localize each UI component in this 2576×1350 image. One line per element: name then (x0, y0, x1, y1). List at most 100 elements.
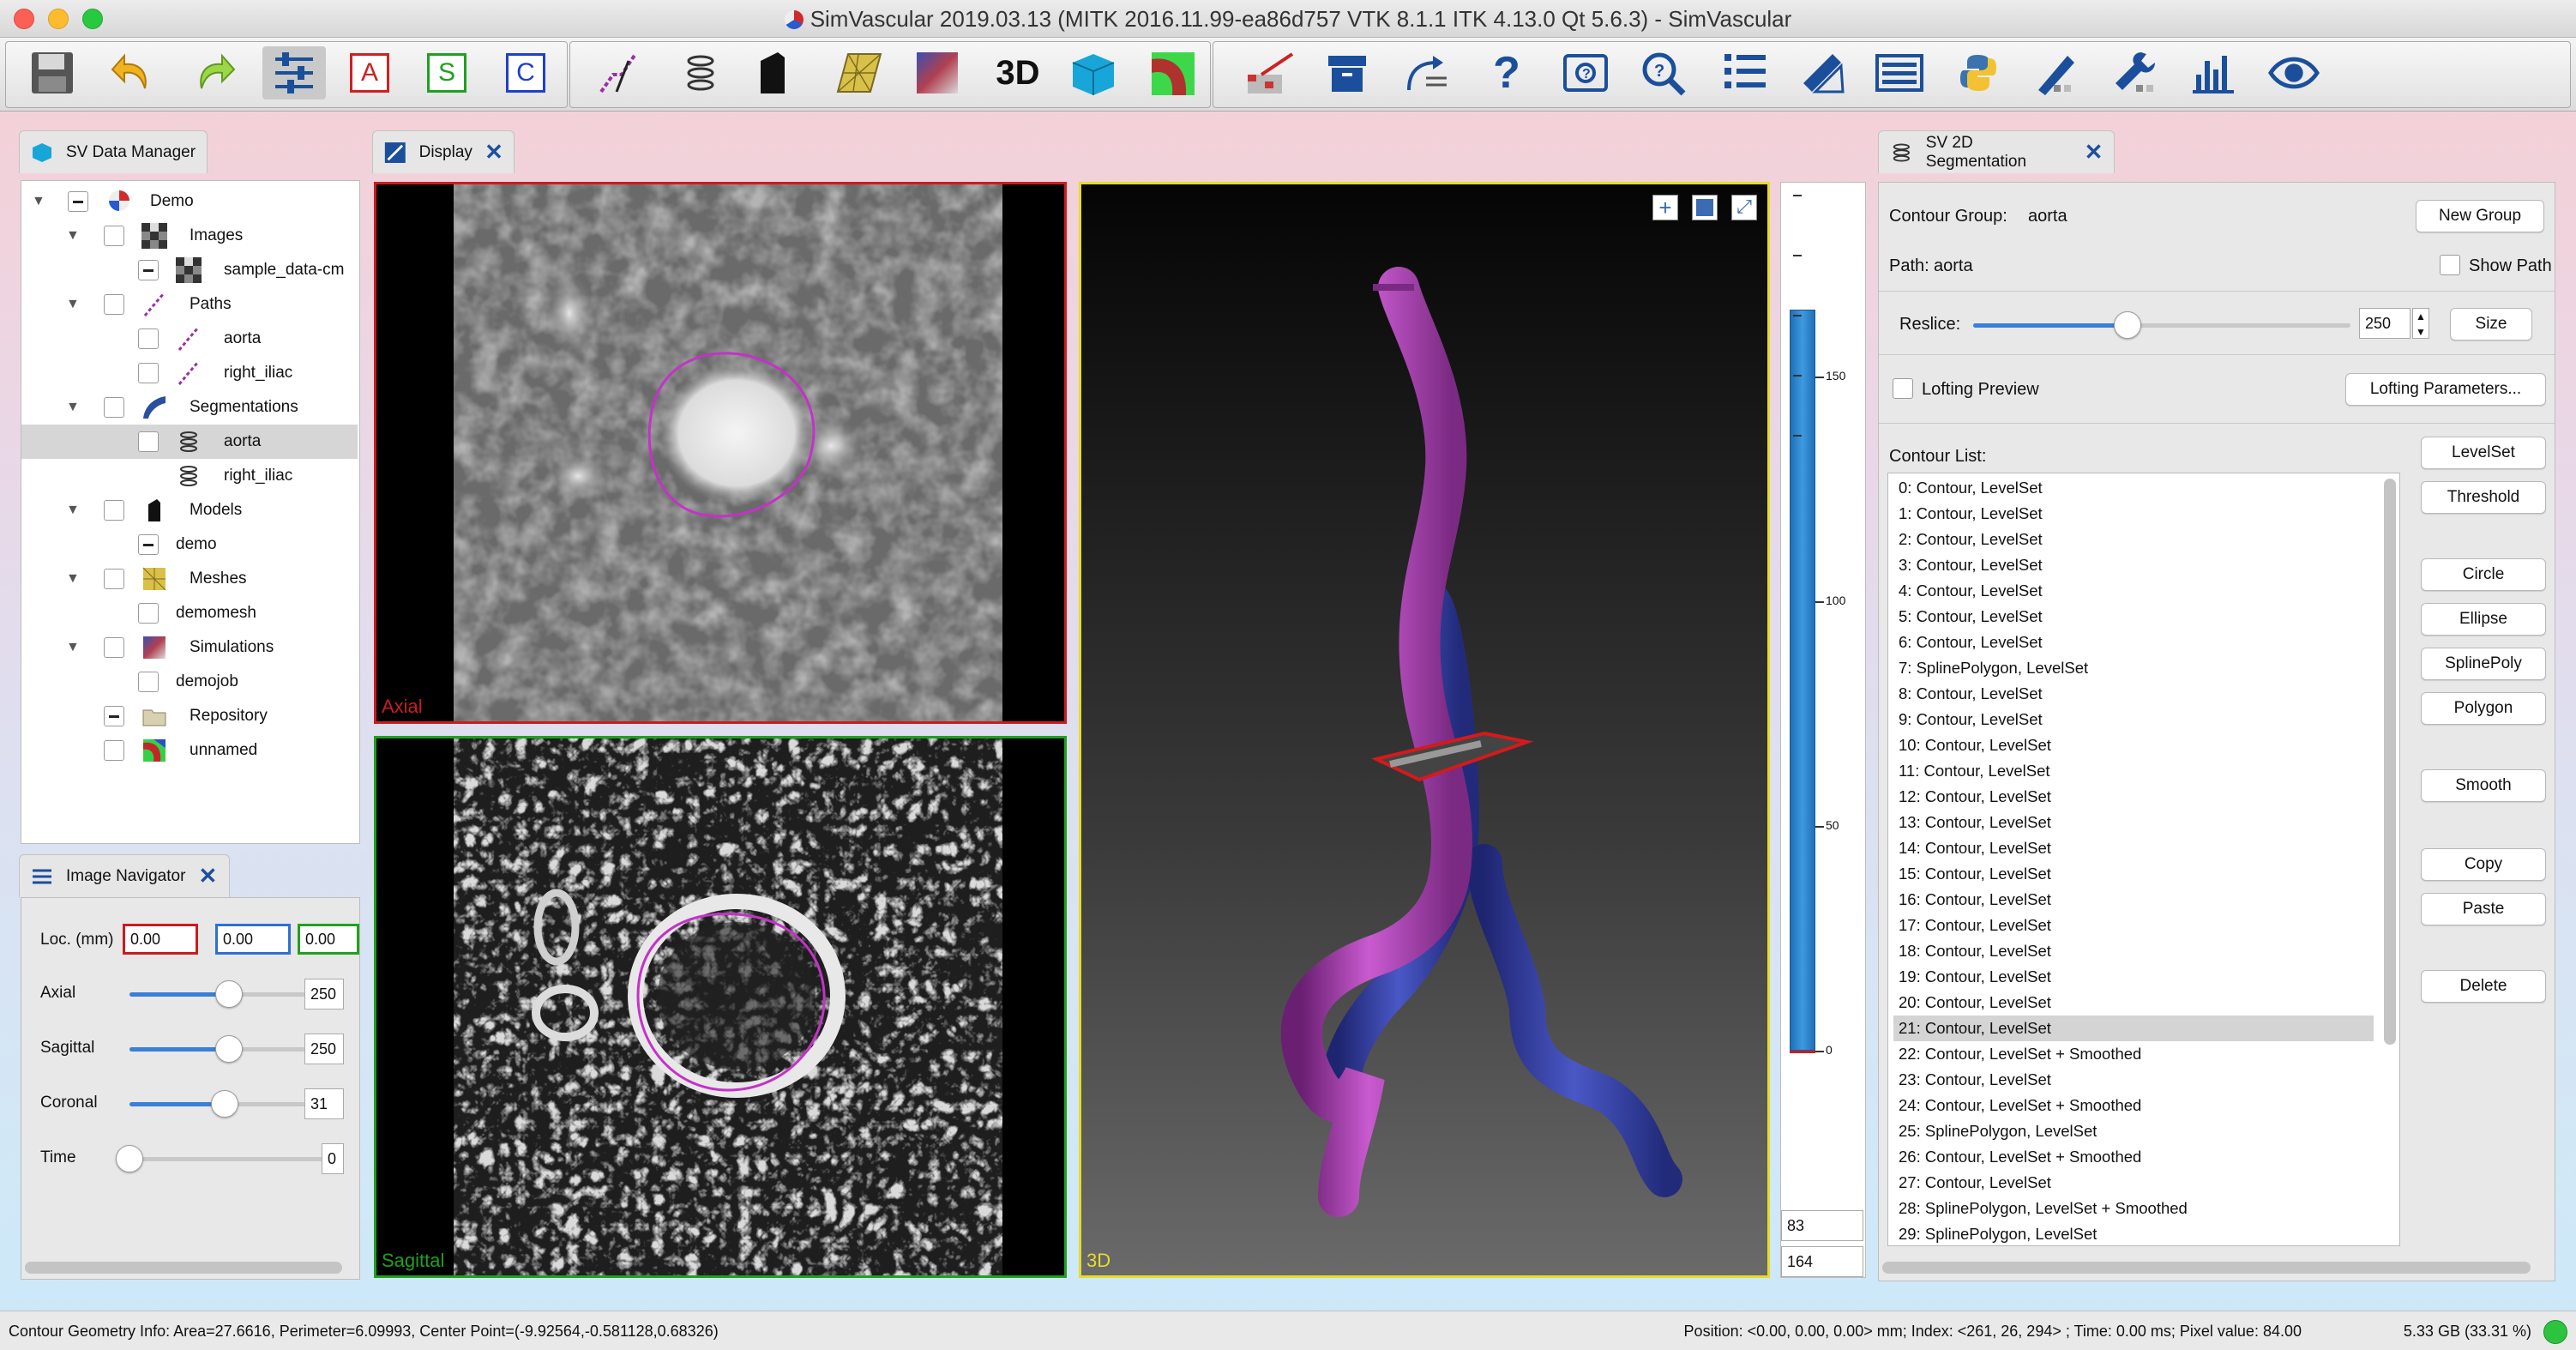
tab-image-navigator[interactable]: Image Navigator ✕ (19, 854, 230, 897)
eye-icon[interactable] (2267, 46, 2320, 99)
convert-arrows-icon[interactable] (1401, 46, 1454, 99)
axial-slider-handle[interactable] (215, 980, 243, 1008)
visibility-checkbox[interactable] (138, 534, 159, 555)
copy-button[interactable]: Copy (2421, 848, 2546, 881)
tree-item-meshes[interactable]: ▼ Meshes (21, 562, 358, 596)
contour-list-item[interactable]: 23: Contour, LevelSet (1893, 1067, 2374, 1093)
contour-list-item[interactable]: 7: SplinePolygon, LevelSet (1893, 655, 2374, 681)
sagittal-view[interactable]: Sagittal (374, 736, 1067, 1278)
axial-spinbox[interactable]: 250 (304, 979, 344, 1009)
close-icon[interactable]: ✕ (197, 863, 218, 889)
contour-list-item[interactable]: 24: Contour, LevelSet + Smoothed (1893, 1093, 2374, 1118)
search-icon[interactable]: ? (1636, 46, 1689, 99)
undo-icon[interactable] (106, 46, 159, 99)
visibility-checkbox[interactable] (104, 569, 124, 589)
lofting-parameters-button[interactable]: Lofting Parameters... (2345, 373, 2546, 406)
mesh-icon[interactable] (832, 46, 885, 99)
contour-list-item[interactable]: 16: Contour, LevelSet (1893, 887, 2374, 913)
visibility-checkbox[interactable] (104, 637, 124, 658)
expand-arrow-icon[interactable]: ▼ (66, 503, 80, 518)
contour-list-item[interactable]: 22: Contour, LevelSet + Smoothed (1893, 1041, 2374, 1067)
tree-item-repository[interactable]: Repository (21, 699, 358, 733)
tree-item-path-aorta[interactable]: aorta (21, 322, 358, 356)
contour-list-item[interactable]: 17: Contour, LevelSet (1893, 913, 2374, 938)
polygon-button[interactable]: Polygon (2421, 692, 2546, 725)
tree-item-simulations[interactable]: ▼ Simulations (21, 630, 358, 665)
expand-arrow-icon[interactable]: ▼ (66, 400, 80, 415)
wrench-icon[interactable] (2108, 46, 2161, 99)
redo-icon[interactable] (187, 46, 240, 99)
tree-item-segmentations[interactable]: ▼ Segmentations (21, 390, 358, 425)
contour-list-item[interactable]: 26: Contour, LevelSet + Smoothed (1893, 1144, 2374, 1170)
coronal-slider-handle[interactable] (211, 1090, 239, 1118)
python-icon[interactable] (1952, 46, 2005, 99)
visibility-checkbox[interactable] (104, 294, 124, 315)
contour-list-item[interactable]: 4: Contour, LevelSet (1893, 578, 2374, 604)
visibility-checkbox[interactable] (104, 397, 124, 418)
show-path-checkbox[interactable] (2440, 255, 2460, 275)
path-planning-icon[interactable] (592, 46, 645, 99)
contour-list-item[interactable]: 2: Contour, LevelSet (1893, 527, 2374, 552)
contour-list-item[interactable]: 9: Contour, LevelSet (1893, 707, 2374, 732)
visibility-checkbox[interactable] (138, 603, 159, 624)
simulation-icon[interactable] (911, 46, 964, 99)
contour-list-item[interactable]: 13: Contour, LevelSet (1893, 810, 2374, 835)
coronal-spinbox[interactable]: 31 (304, 1088, 344, 1119)
save-icon[interactable] (26, 46, 79, 99)
visibility-checkbox[interactable] (104, 226, 124, 246)
ellipse-button[interactable]: Ellipse (2421, 603, 2546, 636)
contour-list-item[interactable]: 0: Contour, LevelSet (1893, 475, 2374, 501)
contour-list-item[interactable]: 6: Contour, LevelSet (1893, 630, 2374, 655)
sliders-icon[interactable] (262, 46, 326, 99)
visibility-checkbox[interactable] (104, 500, 124, 521)
contour-list-item[interactable]: 28: SplinePolygon, LevelSet + Smoothed (1893, 1196, 2374, 1221)
bar-chart-icon[interactable] (2187, 46, 2240, 99)
tree-item-path-right-iliac[interactable]: right_iliac (21, 356, 358, 390)
tab-segmentation[interactable]: SV 2D Segmentation ✕ (1878, 130, 2115, 173)
image-edit-icon[interactable] (1243, 46, 1297, 99)
contour-list-item[interactable]: 20: Contour, LevelSet (1893, 990, 2374, 1016)
horizontal-scrollbar[interactable] (25, 1262, 342, 1274)
tree-item-demo[interactable]: ▼ Demo (21, 184, 358, 219)
tree-item-demomesh[interactable]: demomesh (21, 596, 358, 630)
lofting-preview-checkbox[interactable] (1893, 378, 1913, 399)
expand-arrow-icon[interactable]: ▼ (32, 194, 45, 209)
size-button[interactable]: Size (2450, 308, 2532, 341)
expand-arrow-icon[interactable]: ▼ (66, 297, 80, 312)
sagittal-spinbox[interactable]: 250 (304, 1034, 344, 1064)
reslice-slider-handle[interactable] (2114, 311, 2142, 339)
minimize-window-button[interactable] (48, 9, 69, 29)
contour-list-item[interactable]: 21: Contour, LevelSet (1893, 1016, 2374, 1041)
contour-list-item[interactable]: 14: Contour, LevelSet (1893, 835, 2374, 861)
log-icon[interactable] (1718, 46, 1772, 99)
segmentation-icon[interactable] (674, 46, 727, 99)
tree-item-sample-data[interactable]: sample_data-cm (21, 253, 358, 287)
model-icon[interactable] (746, 46, 799, 99)
contour-list-item[interactable]: 29: SplinePolygon, LevelSet (1893, 1221, 2374, 1245)
horizontal-scrollbar[interactable] (1882, 1262, 2531, 1274)
expand-arrow-icon[interactable]: ▼ (66, 228, 80, 244)
level-bottom-input[interactable]: 164 (1781, 1246, 1863, 1277)
visibility-checkbox[interactable] (138, 363, 159, 383)
brush-icon[interactable] (2029, 46, 2082, 99)
tree-item-seg-right-iliac[interactable]: right_iliac (21, 459, 358, 493)
sagittal-slider-handle[interactable] (215, 1035, 243, 1063)
visibility-checkbox[interactable] (68, 191, 88, 212)
list-icon[interactable] (1873, 46, 1926, 99)
axial-view-button[interactable]: A (343, 46, 396, 99)
contour-list-item[interactable]: 27: Contour, LevelSet (1893, 1170, 2374, 1196)
time-slider-track[interactable] (129, 1157, 335, 1161)
expand-arrow-icon[interactable]: ▼ (66, 640, 80, 655)
contour-list-item[interactable]: 12: Contour, LevelSet (1893, 784, 2374, 810)
reslice-spinbox[interactable]: 250 (2359, 308, 2410, 339)
tree-item-demojob[interactable]: demojob (21, 665, 358, 699)
close-window-button[interactable] (14, 9, 34, 29)
visibility-checkbox[interactable] (104, 706, 124, 726)
contour-list-item[interactable]: 15: Contour, LevelSet (1893, 861, 2374, 887)
archive-box-icon[interactable] (1321, 46, 1374, 99)
paste-button[interactable]: Paste (2421, 893, 2546, 925)
tab-display[interactable]: Display ✕ (372, 130, 515, 173)
contour-list-item[interactable]: 1: Contour, LevelSet (1893, 501, 2374, 527)
contour-list-item[interactable]: 5: Contour, LevelSet (1893, 604, 2374, 630)
time-slider-handle[interactable] (116, 1145, 143, 1172)
